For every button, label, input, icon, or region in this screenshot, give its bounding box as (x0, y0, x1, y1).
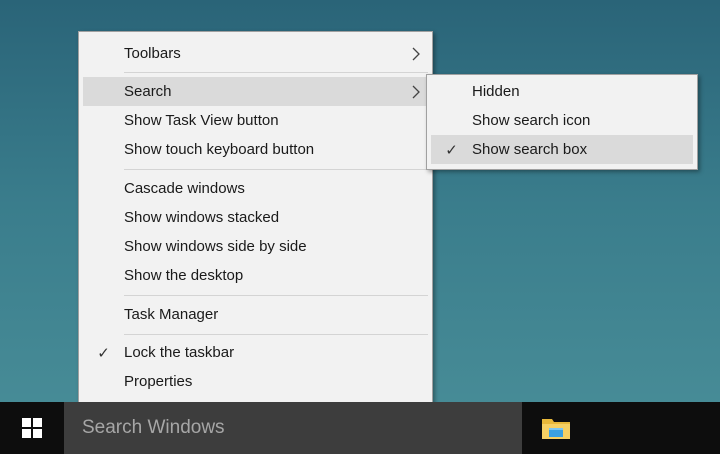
menu-item-label: Lock the taskbar (124, 344, 235, 361)
taskbar (0, 402, 720, 454)
submenu-item-label: Show search box (472, 141, 588, 158)
menu-item-search[interactable]: Search (83, 77, 428, 106)
menu-item-task-manager[interactable]: Task Manager (83, 300, 428, 329)
submenu-item-show-search-box[interactable]: ✓ Show search box (431, 135, 693, 164)
menu-item-label: Cascade windows (124, 180, 245, 197)
menu-item-show-the-desktop[interactable]: Show the desktop (83, 261, 428, 290)
check-icon: ✓ (445, 141, 458, 159)
file-explorer-icon (542, 419, 570, 439)
start-button[interactable] (0, 402, 64, 454)
search-submenu: Hidden Show search icon ✓ Show search bo… (426, 74, 698, 170)
taskbar-search-box[interactable] (64, 402, 522, 454)
taskbar-context-menu: Toolbars Search Show Task View button Sh… (78, 31, 433, 404)
menu-item-label: Search (124, 83, 172, 100)
chevron-right-icon (404, 85, 428, 99)
menu-item-show-windows-side-by-side[interactable]: Show windows side by side (83, 232, 428, 261)
menu-item-label: Toolbars (124, 45, 181, 62)
submenu-item-label: Hidden (472, 83, 520, 100)
check-icon: ✓ (97, 344, 110, 362)
menu-item-show-touch-keyboard-button[interactable]: Show touch keyboard button (83, 135, 428, 164)
search-input[interactable] (80, 416, 514, 440)
chevron-right-icon (404, 47, 428, 61)
menu-item-properties[interactable]: Properties (83, 367, 428, 396)
menu-item-label: Show touch keyboard button (124, 141, 315, 158)
menu-item-toolbars[interactable]: Toolbars (83, 39, 428, 68)
menu-item-label: Show Task View button (124, 112, 279, 129)
menu-item-label: Task Manager (124, 306, 219, 323)
menu-separator (124, 169, 428, 170)
menu-item-cascade-windows[interactable]: Cascade windows (83, 174, 428, 203)
menu-item-lock-the-taskbar[interactable]: ✓ Lock the taskbar (83, 338, 428, 367)
windows-logo-icon (22, 418, 42, 438)
submenu-item-label: Show search icon (472, 112, 591, 129)
menu-separator (124, 72, 428, 73)
file-explorer-button[interactable] (530, 402, 582, 454)
menu-item-show-windows-stacked[interactable]: Show windows stacked (83, 203, 428, 232)
submenu-item-hidden[interactable]: Hidden (431, 77, 693, 106)
menu-item-label: Show the desktop (124, 267, 244, 284)
menu-separator (124, 295, 428, 296)
submenu-item-show-search-icon[interactable]: Show search icon (431, 106, 693, 135)
menu-item-label: Show windows stacked (124, 209, 280, 226)
menu-separator (124, 334, 428, 335)
menu-item-label: Show windows side by side (124, 238, 307, 255)
menu-item-show-task-view-button[interactable]: Show Task View button (83, 106, 428, 135)
menu-item-label: Properties (124, 373, 193, 390)
